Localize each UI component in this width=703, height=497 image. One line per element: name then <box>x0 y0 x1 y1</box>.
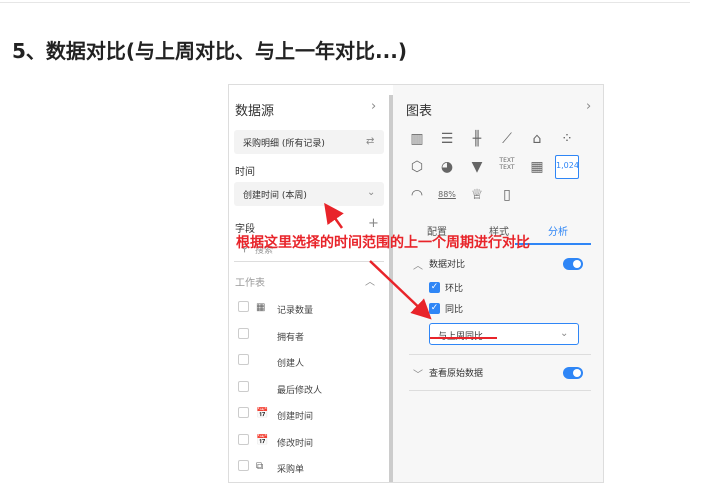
arrow-to-time-select <box>324 202 344 229</box>
arrow-to-compare-select <box>369 260 432 320</box>
annotation-underline <box>430 337 497 339</box>
annotation-text: 根据这里选择的时间范围的上一个周期进行对比 <box>236 235 530 251</box>
